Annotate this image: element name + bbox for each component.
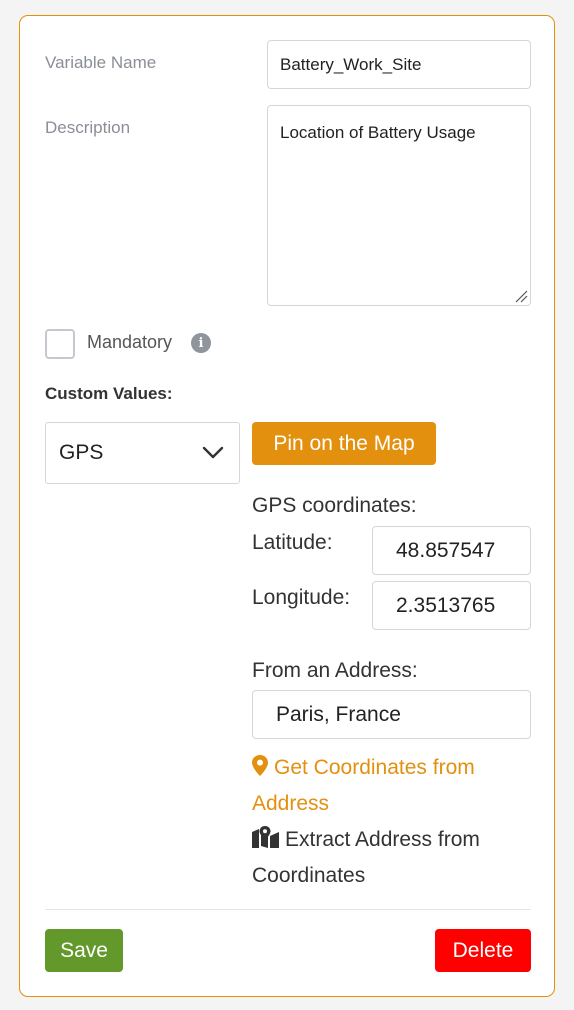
- delete-button[interactable]: Delete: [435, 929, 531, 972]
- chevron-down-icon: [202, 446, 224, 459]
- latitude-input[interactable]: [372, 526, 531, 575]
- custom-value-type-select[interactable]: GPS: [45, 422, 240, 484]
- get-coordinates-link[interactable]: Get Coordinates from Address: [252, 750, 532, 822]
- get-coordinates-text: Get Coordinates from Address: [252, 756, 475, 815]
- latitude-label: Latitude:: [252, 531, 333, 554]
- extract-address-link[interactable]: Extract Address from Coordinates: [252, 822, 532, 894]
- map-marker-icon: [252, 755, 268, 776]
- variable-name-input[interactable]: [267, 40, 531, 89]
- custom-values-title: Custom Values:: [45, 384, 173, 403]
- address-input[interactable]: [252, 690, 531, 739]
- mandatory-label: Mandatory: [87, 332, 173, 352]
- gps-coordinates-label: GPS coordinates:: [252, 494, 417, 517]
- variable-name-label: Variable Name: [45, 53, 157, 72]
- extract-address-text: Extract Address from Coordinates: [252, 828, 480, 887]
- select-value: GPS: [59, 441, 104, 464]
- variable-editor-card: Variable Name Description Location of Ba…: [19, 15, 555, 997]
- save-button[interactable]: Save: [45, 929, 123, 972]
- longitude-input[interactable]: [372, 581, 531, 630]
- from-address-label: From an Address:: [252, 659, 418, 682]
- description-textarea[interactable]: Location of Battery Usage: [267, 105, 531, 306]
- pin-on-map-button[interactable]: Pin on the Map: [252, 422, 436, 465]
- info-icon[interactable]: i: [191, 333, 211, 353]
- mandatory-checkbox[interactable]: [45, 329, 75, 359]
- divider: [45, 909, 531, 910]
- longitude-label: Longitude:: [252, 586, 351, 609]
- map-icon: [252, 826, 279, 848]
- resize-grip-icon[interactable]: [514, 289, 528, 303]
- description-label: Description: [45, 118, 131, 137]
